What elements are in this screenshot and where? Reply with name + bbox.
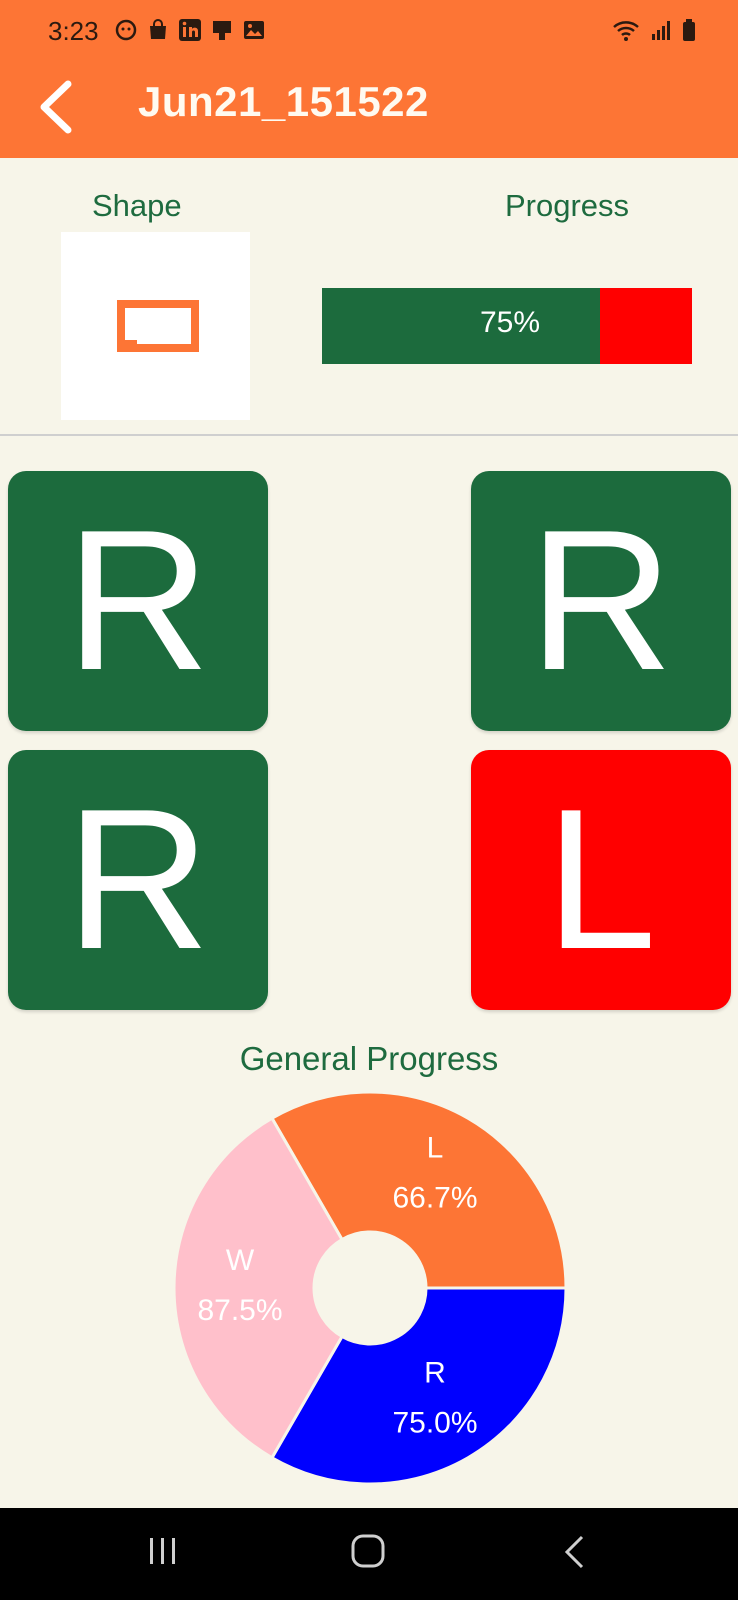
answer-tile[interactable]: R [471,471,731,731]
chevron-left-icon [40,80,72,134]
battery-icon [683,19,695,41]
system-icons [612,18,696,42]
home-button[interactable] [350,1532,386,1570]
rectangle-shape-icon [117,300,199,352]
shape-preview [61,232,250,420]
page-title: Jun21_151522 [138,78,429,125]
wifi-icon [613,21,639,41]
face-icon [114,18,138,42]
linkedin-icon [178,18,202,42]
general-progress-donut: L 66.7% R 75.0% W 87.5% [172,1090,568,1486]
donut-slice-label: W [226,1244,255,1277]
image-icon [242,18,266,42]
progress-label: Progress [505,188,630,223]
app-bar: 3:23 Jun21_151522 [0,0,738,158]
signal-icon [652,21,670,40]
back-nav-button[interactable] [562,1534,586,1570]
progress-bar: 75% [322,288,692,364]
general-progress-title: General Progress [239,1040,499,1077]
back-button[interactable] [34,78,82,136]
system-nav-bar [0,1508,738,1600]
notification-icons [114,18,266,42]
answer-tile[interactable]: R [8,750,268,1010]
divider [0,434,738,436]
progress-value: 75% [479,306,541,339]
answer-tile[interactable]: L [471,750,731,1010]
status-bar: 3:23 [0,0,738,66]
donut-slice-percent: 66.7% [392,1181,477,1214]
shape-label: Shape [92,188,182,223]
donut-slice-label: L [427,1131,444,1164]
recent-apps-button[interactable] [146,1534,180,1568]
donut-slice-percent: 87.5% [197,1294,282,1327]
cast-icon [210,18,234,42]
donut-slice-percent: 75.0% [392,1407,477,1440]
answer-tile[interactable]: R [8,471,268,731]
shopping-bag-icon [146,18,170,42]
status-time: 3:23 [48,16,99,46]
donut-slice-label: R [424,1357,446,1390]
